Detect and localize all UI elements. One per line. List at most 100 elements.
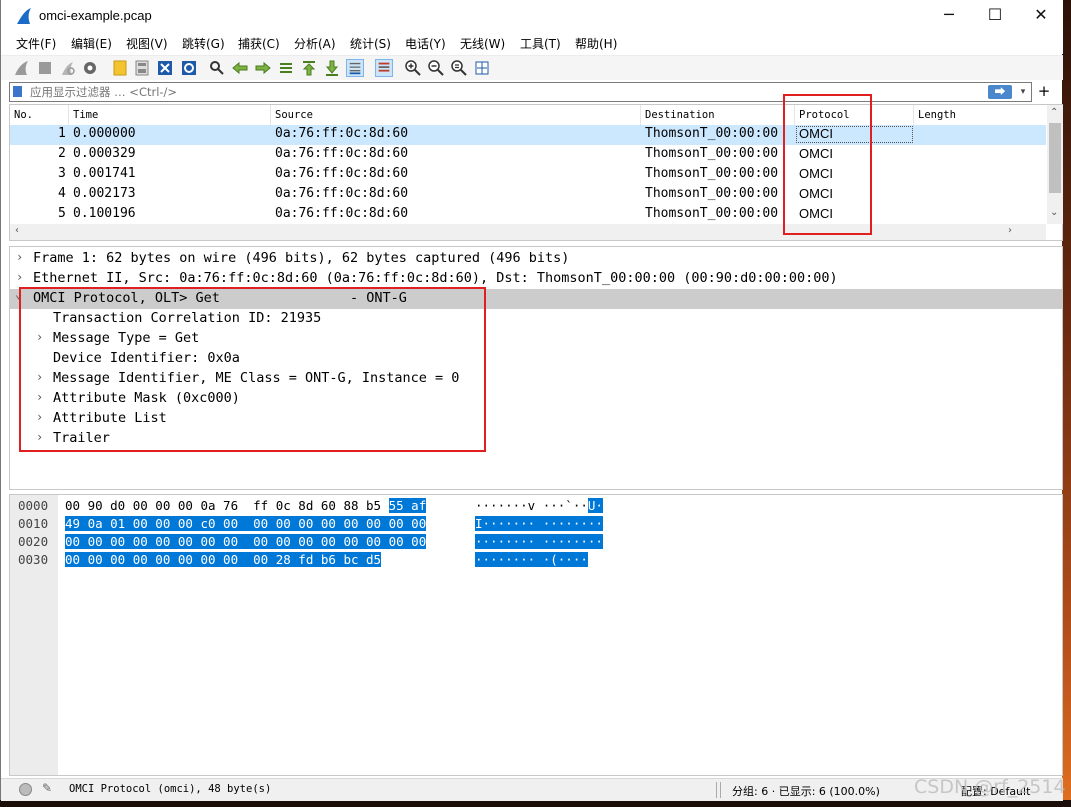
tree-item-trailer[interactable]: › Trailer xyxy=(10,429,1062,449)
column-header-no[interactable]: No. xyxy=(14,109,33,121)
hex-bytes[interactable]: 00 90 d0 00 00 00 0a 76 ff 0c 8d 60 88 b… xyxy=(65,498,427,513)
tree-item-omci[interactable]: ⌄ OMCI Protocol, OLT> Get - ONT-G xyxy=(10,287,1062,309)
add-filter-button[interactable]: + xyxy=(1037,82,1051,102)
close-file-icon[interactable] xyxy=(156,59,174,77)
column-separator[interactable] xyxy=(68,105,69,125)
menu-view[interactable]: 视图(V) xyxy=(126,35,168,52)
minimize-button[interactable]: ─ xyxy=(926,0,972,32)
zoom-in-icon[interactable] xyxy=(404,59,422,77)
hex-ascii[interactable]: I······· ········ xyxy=(475,516,603,531)
tree-item-attribute-mask[interactable]: › Attribute Mask (0xc000) xyxy=(10,389,1062,409)
tree-item-transaction-id[interactable]: Transaction Correlation ID: 21935 xyxy=(10,309,1062,329)
packet-source: 0a:76:ff:0c:8d:60 xyxy=(275,126,409,141)
filter-history-dropdown[interactable]: ▾ xyxy=(1016,84,1030,100)
shark-fin-start-icon[interactable] xyxy=(13,59,31,77)
autoscroll-icon[interactable] xyxy=(346,59,364,77)
column-header-length[interactable]: Length xyxy=(918,109,956,121)
expand-chevron-icon[interactable]: › xyxy=(36,390,43,404)
expand-chevron-icon[interactable]: › xyxy=(36,370,43,384)
zoom-normal-icon[interactable] xyxy=(450,59,468,77)
resize-columns-icon[interactable] xyxy=(473,59,491,77)
capture-options-icon[interactable] xyxy=(81,59,99,77)
go-forward-icon[interactable] xyxy=(254,59,272,77)
hex-row[interactable]: 0030 00 00 00 00 00 00 00 00 00 28 fd b6… xyxy=(10,551,1060,569)
menu-statistics[interactable]: 统计(S) xyxy=(350,35,391,52)
wireshark-window: omci-example.pcap ─ ☐ ✕ 文件(F) 编辑(E) 视图(V… xyxy=(0,0,1066,801)
hex-row[interactable]: 0010 49 0a 01 00 00 00 c0 00 00 00 00 00… xyxy=(10,515,1060,533)
expand-chevron-icon[interactable]: › xyxy=(16,270,23,284)
hex-ascii[interactable]: ·······v ···`··U· xyxy=(475,498,603,513)
packet-destination: ThomsonT_00:00:00 xyxy=(645,166,779,181)
tree-item-message-type[interactable]: › Message Type = Get xyxy=(10,329,1062,349)
column-separator[interactable] xyxy=(270,105,271,125)
tree-item-message-identifier[interactable]: › Message Identifier, ME Class = ONT-G, … xyxy=(10,369,1062,389)
tree-item-ethernet[interactable]: › Ethernet II, Src: 0a:76:ff:0c:8d:60 (0… xyxy=(10,269,1062,289)
column-header-destination[interactable]: Destination xyxy=(645,109,715,121)
restart-icon[interactable] xyxy=(59,59,77,77)
packet-row[interactable]: 1 0.000000 0a:76:ff:0c:8d:60 ThomsonT_00… xyxy=(10,125,1046,145)
close-button[interactable]: ✕ xyxy=(1018,0,1064,32)
go-back-icon[interactable] xyxy=(231,59,249,77)
expand-chevron-icon[interactable]: › xyxy=(36,410,43,424)
scroll-right-icon[interactable]: › xyxy=(1008,225,1012,236)
hex-row[interactable]: 0000 00 90 d0 00 00 00 0a 76 ff 0c 8d 60… xyxy=(10,497,1060,515)
hex-ascii[interactable]: ········ ········ xyxy=(475,534,603,549)
zoom-out-icon[interactable] xyxy=(427,59,445,77)
open-file-icon[interactable] xyxy=(111,59,129,77)
status-field-info: OMCI Protocol (omci), 48 byte(s) xyxy=(69,783,272,795)
packet-row[interactable]: 3 0.001741 0a:76:ff:0c:8d:60 ThomsonT_00… xyxy=(10,165,1046,185)
menu-wireless[interactable]: 无线(W) xyxy=(460,35,505,52)
packet-list-vscrollbar[interactable]: ⌃ ⌄ xyxy=(1047,105,1063,224)
go-to-packet-icon[interactable] xyxy=(277,59,295,77)
tree-item-device-identifier[interactable]: Device Identifier: 0x0a xyxy=(10,349,1062,369)
display-filter-input[interactable] xyxy=(30,84,930,100)
column-separator[interactable] xyxy=(794,105,795,125)
hex-bytes[interactable]: 00 00 00 00 00 00 00 00 00 28 fd b6 bc d… xyxy=(65,552,382,567)
expand-chevron-icon[interactable]: › xyxy=(36,430,43,444)
menu-telephony[interactable]: 电话(Y) xyxy=(405,35,446,52)
packet-row[interactable]: 4 0.002173 0a:76:ff:0c:8d:60 ThomsonT_00… xyxy=(10,185,1046,205)
reload-icon[interactable] xyxy=(180,59,198,77)
column-separator[interactable] xyxy=(913,105,914,125)
menu-capture[interactable]: 捕获(C) xyxy=(238,35,280,52)
save-file-icon[interactable] xyxy=(133,59,151,77)
menu-analyze[interactable]: 分析(A) xyxy=(294,35,336,52)
menu-tools[interactable]: 工具(T) xyxy=(520,35,561,52)
scroll-left-icon[interactable]: ‹ xyxy=(15,225,19,236)
expand-chevron-icon[interactable]: › xyxy=(16,250,23,264)
packet-destination: ThomsonT_00:00:00 xyxy=(645,186,779,201)
go-last-icon[interactable] xyxy=(323,59,341,77)
tree-item-attribute-list[interactable]: › Attribute List xyxy=(10,409,1062,429)
hex-bytes[interactable]: 49 0a 01 00 00 00 c0 00 00 00 00 00 00 0… xyxy=(65,516,427,531)
hex-row[interactable]: 0020 00 00 00 00 00 00 00 00 00 00 00 00… xyxy=(10,533,1060,551)
scroll-up-icon[interactable]: ⌃ xyxy=(1050,107,1058,118)
go-first-icon[interactable] xyxy=(300,59,318,77)
collapse-chevron-icon[interactable]: ⌄ xyxy=(15,287,22,301)
packet-row[interactable]: 5 0.100196 0a:76:ff:0c:8d:60 ThomsonT_00… xyxy=(10,205,1046,225)
column-separator[interactable] xyxy=(640,105,641,125)
menu-help[interactable]: 帮助(H) xyxy=(575,35,617,52)
tree-item-frame[interactable]: › Frame 1: 62 bytes on wire (496 bits), … xyxy=(10,249,1062,269)
packet-list-hscrollbar[interactable]: ‹ › xyxy=(10,224,1046,240)
scroll-down-icon[interactable]: ⌄ xyxy=(1050,207,1058,218)
filter-bookmark-icon[interactable] xyxy=(13,86,22,97)
find-packet-icon[interactable] xyxy=(208,59,226,77)
packet-destination: ThomsonT_00:00:00 xyxy=(645,206,779,221)
expand-chevron-icon[interactable]: › xyxy=(36,330,43,344)
scroll-thumb[interactable] xyxy=(1049,123,1061,193)
stop-icon[interactable] xyxy=(36,59,54,77)
menu-edit[interactable]: 编辑(E) xyxy=(71,35,112,52)
hex-bytes[interactable]: 00 00 00 00 00 00 00 00 00 00 00 00 00 0… xyxy=(65,534,427,549)
maximize-button[interactable]: ☐ xyxy=(972,0,1018,32)
column-header-source[interactable]: Source xyxy=(275,109,313,121)
menu-file[interactable]: 文件(F) xyxy=(16,35,56,52)
apply-filter-button[interactable]: ⮕ xyxy=(988,85,1012,99)
column-header-protocol[interactable]: Protocol xyxy=(799,109,850,121)
packet-row[interactable]: 2 0.000329 0a:76:ff:0c:8d:60 ThomsonT_00… xyxy=(10,145,1046,165)
column-header-time[interactable]: Time xyxy=(73,109,98,121)
hex-ascii[interactable]: ········ ·(···· xyxy=(475,552,588,567)
expert-info-indicator-icon[interactable] xyxy=(19,783,32,796)
colorize-icon[interactable] xyxy=(375,59,393,77)
edit-comment-icon[interactable]: ✎ xyxy=(42,781,56,797)
menu-go[interactable]: 跳转(G) xyxy=(182,35,225,52)
